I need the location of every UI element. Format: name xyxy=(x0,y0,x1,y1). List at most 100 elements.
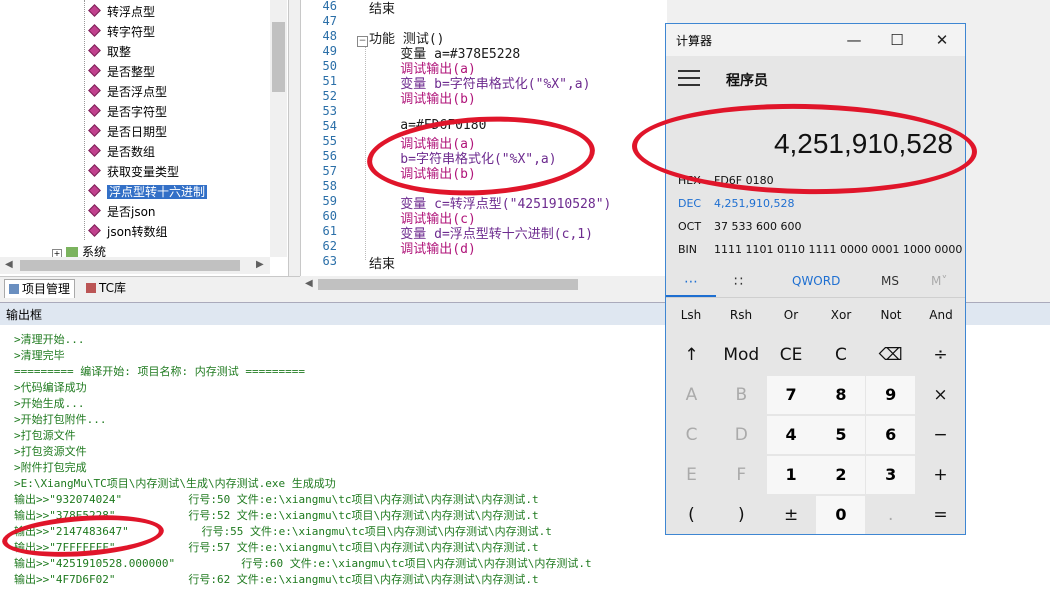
key-4-5[interactable]: = xyxy=(916,496,965,534)
scroll-left-icon[interactable]: ◀ xyxy=(305,278,313,289)
calculator-mode-title: 程序员 xyxy=(726,73,768,89)
function-node-icon xyxy=(88,124,101,137)
bit-keypad-icon[interactable]: ⋯ xyxy=(684,274,698,290)
key-3-3[interactable]: 2 xyxy=(816,456,866,494)
close-icon[interactable]: ✕ xyxy=(928,28,956,52)
radix-row-oct[interactable]: OCT 37 533 600 600 xyxy=(678,220,958,233)
fold-guide-line xyxy=(365,40,366,260)
tree-item[interactable]: 是否数组 xyxy=(88,142,156,162)
key-0-1[interactable]: Mod xyxy=(717,336,766,374)
tab-project-label: 项目管理 xyxy=(22,282,71,296)
memory-list-button[interactable]: M˅ xyxy=(931,274,947,288)
tree-horizontal-scroll-thumb[interactable] xyxy=(20,260,240,271)
line-number: 57 xyxy=(322,164,337,178)
key-3-0[interactable]: E xyxy=(667,456,716,494)
tree-item[interactable]: 转字符型 xyxy=(88,22,155,42)
key-0-2[interactable]: CE xyxy=(767,336,816,374)
tree-item[interactable]: 是否浮点型 xyxy=(88,82,167,102)
radix-value: 37 533 600 600 xyxy=(714,220,802,233)
editor-horizontal-scroll-thumb[interactable] xyxy=(318,279,578,290)
line-number: 60 xyxy=(322,209,337,223)
tab-project-manager[interactable]: 项目管理 xyxy=(4,279,76,298)
project-icon xyxy=(9,284,19,294)
key-1-0[interactable]: A xyxy=(667,376,716,414)
key-4-0[interactable]: ( xyxy=(667,496,716,534)
radix-row-dec[interactable]: DEC 4,251,910,528 xyxy=(678,197,958,210)
bitop-xor-button[interactable]: Xor xyxy=(816,308,866,322)
key-1-5[interactable]: × xyxy=(916,376,965,414)
workspace-background xyxy=(966,0,1050,298)
key-2-1[interactable]: D xyxy=(717,416,766,454)
tree-item[interactable]: 是否日期型 xyxy=(88,122,167,142)
key-2-5[interactable]: − xyxy=(916,416,965,454)
tree-item-label: 是否数组 xyxy=(107,145,156,159)
tree-item[interactable]: 是否整型 xyxy=(88,62,156,82)
output-line: 输出>>"932074024" 行号:50 文件:e:\xiangmu\tc项目… xyxy=(14,493,539,506)
key-4-2[interactable]: ± xyxy=(767,496,816,534)
tree-item-label: 获取变量类型 xyxy=(107,165,180,179)
key-1-4[interactable]: 9 xyxy=(866,376,916,414)
tree-item[interactable]: 浮点型转十六进制 xyxy=(88,182,208,202)
function-node-icon xyxy=(88,104,101,117)
bitop-not-button[interactable]: Not xyxy=(866,308,916,322)
key-2-4[interactable]: 6 xyxy=(866,416,916,454)
output-panel-title: 输出框 xyxy=(6,308,43,322)
code-line[interactable]: 结束 xyxy=(369,253,395,272)
tree-item[interactable]: 是否字符型 xyxy=(88,102,168,122)
scroll-right-icon[interactable]: ▶ xyxy=(256,259,264,270)
word-size-button[interactable]: QWORD xyxy=(792,274,840,288)
key-0-3[interactable]: C xyxy=(816,336,865,374)
function-node-icon xyxy=(88,64,101,77)
code-line[interactable]: 调试输出(b) xyxy=(369,88,476,107)
tree-item[interactable]: 取整 xyxy=(88,42,131,62)
output-line: >代码编译成功 xyxy=(14,381,87,394)
key-1-3[interactable]: 8 xyxy=(816,376,866,414)
key-3-1[interactable]: F xyxy=(717,456,766,494)
bitop-rsh-button[interactable]: Rsh xyxy=(716,308,766,322)
key-3-5[interactable]: + xyxy=(916,456,965,494)
fold-toggle-icon[interactable]: − xyxy=(357,36,368,47)
key-4-3[interactable]: 0 xyxy=(816,496,866,534)
bitop-or-button[interactable]: Or xyxy=(766,308,816,322)
key-2-0[interactable]: C xyxy=(667,416,716,454)
tree-item-label: 是否整型 xyxy=(107,65,156,79)
tree-item[interactable]: 转浮点型 xyxy=(88,2,155,22)
hamburger-menu-icon[interactable] xyxy=(678,70,700,86)
tree-item[interactable]: json转数组 xyxy=(88,222,168,242)
output-line: >清理开始... xyxy=(14,333,85,346)
bit-toggle-icon[interactable]: ∷ xyxy=(734,274,743,290)
key-0-4[interactable]: ⌫ xyxy=(866,336,915,374)
code-line[interactable]: 结束 xyxy=(369,0,395,17)
output-line: >清理完毕 xyxy=(14,349,65,362)
line-number: 59 xyxy=(322,194,337,208)
output-line: >E:\XiangMu\TC项目\内存测试\生成\内存测试.exe 生成成功 xyxy=(14,477,336,490)
key-3-2[interactable]: 1 xyxy=(766,456,816,494)
tab-tc-label: TC库 xyxy=(99,281,127,295)
key-1-2[interactable]: 7 xyxy=(766,376,816,414)
key-0-0[interactable]: ↑ xyxy=(667,336,716,374)
key-2-2[interactable]: 4 xyxy=(766,416,816,454)
output-line: ========= 编译开始: 项目名称: 内存测试 ========= xyxy=(14,365,305,378)
bitop-lsh-button[interactable]: Lsh xyxy=(666,308,716,322)
tree-item[interactable]: 获取变量类型 xyxy=(88,162,180,182)
maximize-icon[interactable]: ☐ xyxy=(883,28,911,52)
tree-item[interactable]: 是否json xyxy=(88,202,156,222)
key-4-1[interactable]: ) xyxy=(717,496,766,534)
calculator-title: 计算器 xyxy=(676,34,713,48)
bitop-and-button[interactable]: And xyxy=(916,308,966,322)
key-2-3[interactable]: 5 xyxy=(816,416,866,454)
key-0-5[interactable]: ÷ xyxy=(916,336,965,374)
memory-store-button[interactable]: MS xyxy=(881,274,899,288)
calculator-titlebar[interactable]: 计算器 — ☐ ✕ xyxy=(666,24,965,56)
minimize-icon[interactable]: — xyxy=(840,28,868,52)
scroll-left-icon[interactable]: ◀ xyxy=(5,259,13,270)
key-4-4[interactable]: . xyxy=(866,496,915,534)
line-number: 54 xyxy=(322,119,337,133)
function-node-icon xyxy=(88,4,101,17)
key-3-4[interactable]: 3 xyxy=(866,456,916,494)
key-1-1[interactable]: B xyxy=(717,376,766,414)
tree-item-label: 是否字符型 xyxy=(107,105,168,119)
tab-tc-library[interactable]: TC库 xyxy=(82,279,130,297)
tree-vertical-scroll-thumb[interactable] xyxy=(272,22,285,92)
radix-row-bin[interactable]: BIN 1111 1101 0110 1111 0000 0001 1000 00… xyxy=(678,243,962,256)
